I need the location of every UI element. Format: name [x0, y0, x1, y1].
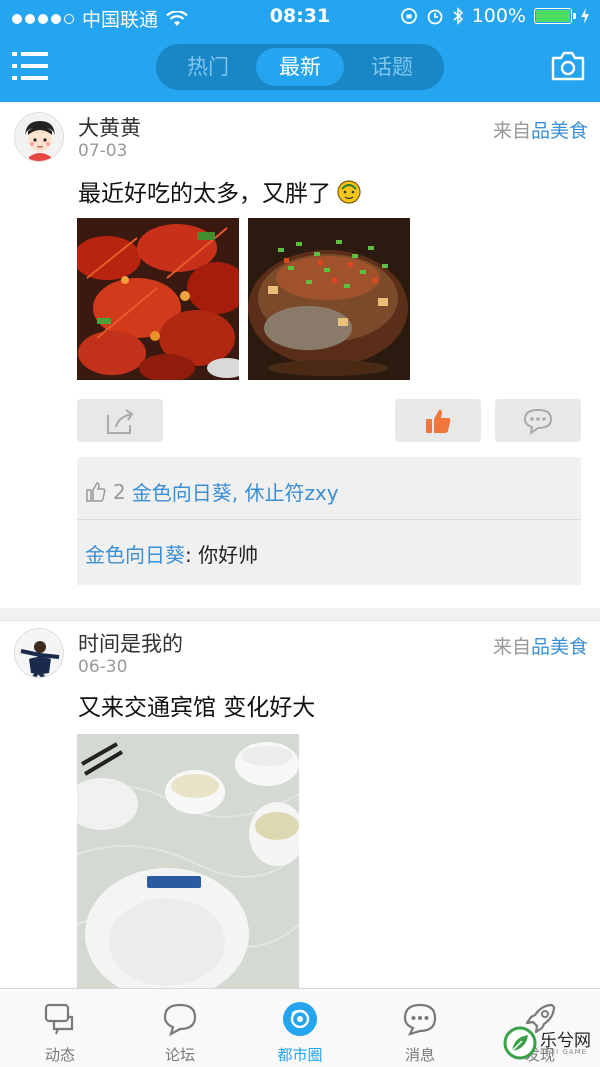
- likes-comments-panel: 2 金色向日葵, 休止符zxy 金色向日葵: 你好帅: [77, 457, 581, 585]
- like-button[interactable]: [395, 399, 481, 442]
- watermark: 乐兮网 LEXI GAME: [500, 1022, 596, 1064]
- status-bar: 中国联通 08:31 100%: [0, 0, 600, 34]
- avatar[interactable]: [14, 628, 64, 678]
- tab-activity[interactable]: 动态: [0, 989, 120, 1067]
- emoji-icon: [337, 180, 361, 204]
- battery-icon: [534, 8, 576, 24]
- tab-messages[interactable]: 消息: [360, 989, 480, 1067]
- post-author[interactable]: 大黄黄: [78, 112, 141, 142]
- thumbs-up-outline-icon: [86, 481, 106, 502]
- tab-label: 消息: [404, 1046, 435, 1064]
- charging-icon: [581, 8, 589, 24]
- activity-icon: [44, 1003, 74, 1035]
- post-date: 07-03: [78, 141, 128, 161]
- avatar[interactable]: [14, 112, 64, 162]
- thumbs-up-icon: [426, 409, 451, 433]
- post-separator: [0, 608, 600, 620]
- tab-label: 动态: [44, 1046, 75, 1064]
- feed-tab-switcher: 热门 最新 话题: [156, 44, 444, 90]
- source-prefix: 来自: [492, 120, 531, 142]
- alarm-icon: [427, 9, 443, 25]
- post-photo[interactable]: [248, 218, 410, 380]
- bluetooth-icon: [453, 7, 463, 25]
- post-text: 最近好吃的太多，又胖了: [78, 181, 331, 207]
- tab-topics[interactable]: 话题: [348, 48, 436, 86]
- comment-text: 你好帅: [198, 543, 259, 567]
- post-author[interactable]: 时间是我的: [78, 628, 183, 658]
- comment-icon: [523, 408, 553, 435]
- liked-by-users[interactable]: 金色向日葵, 休止符zxy: [132, 477, 339, 506]
- tab-label: 都市圈: [277, 1046, 323, 1064]
- comment-item: 金色向日葵: 你好帅: [85, 539, 258, 568]
- city-circle-icon: [283, 1002, 317, 1036]
- message-icon: [403, 1003, 437, 1036]
- watermark-subtext: LEXI GAME: [540, 1048, 588, 1056]
- feed-list: 大黄黄 07-03 来自品美食 最近好吃的太多，又胖了 2 金色向日葵, 休止符…: [0, 102, 600, 1020]
- post-card: 时间是我的 06-30 来自品美食 又来交通宾馆 变化好大: [0, 620, 600, 1020]
- source-category[interactable]: 品美食: [531, 120, 588, 142]
- tab-label: 论坛: [164, 1046, 195, 1064]
- post-date: 06-30: [78, 657, 128, 677]
- app-header: 中国联通 08:31 100% 热门 最新 话题: [0, 0, 600, 102]
- post-photo[interactable]: [77, 734, 299, 992]
- tab-hot[interactable]: 热门: [164, 48, 252, 86]
- comment-separator: :: [185, 543, 192, 567]
- speech-bubble-icon: [163, 1003, 197, 1037]
- likes-row: 2 金色向日葵, 休止符zxy: [85, 477, 339, 506]
- leaf-logo-icon: [503, 1026, 537, 1060]
- post-source[interactable]: 来自品美食: [493, 632, 588, 659]
- post-photo[interactable]: [77, 218, 239, 380]
- divider: [77, 519, 581, 520]
- tab-forum[interactable]: 论坛: [120, 989, 240, 1067]
- post-text-row: 最近好吃的太多，又胖了: [78, 174, 363, 208]
- source-category[interactable]: 品美食: [531, 636, 588, 658]
- share-icon: [107, 409, 134, 434]
- post-card: 大黄黄 07-03 来自品美食 最近好吃的太多，又胖了 2 金色向日葵, 休止符…: [0, 102, 600, 620]
- tab-latest[interactable]: 最新: [256, 48, 344, 86]
- comment-button[interactable]: [495, 399, 581, 442]
- post-source[interactable]: 来自品美食: [493, 116, 588, 143]
- battery-percent: 100%: [471, 5, 526, 27]
- menu-button[interactable]: [12, 50, 48, 82]
- source-prefix: 来自: [492, 636, 531, 658]
- tab-city-circle[interactable]: 都市圈: [240, 989, 360, 1067]
- camera-icon[interactable]: [550, 50, 586, 82]
- post-text: 又来交通宾馆 变化好大: [78, 695, 316, 721]
- share-button[interactable]: [77, 399, 163, 442]
- like-count: 2: [113, 479, 126, 504]
- rotation-lock-icon: [400, 8, 417, 24]
- comment-author[interactable]: 金色向日葵: [85, 543, 185, 567]
